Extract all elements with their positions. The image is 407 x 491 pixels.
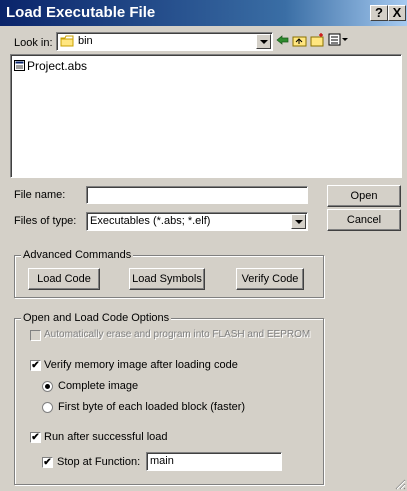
- verify-image-label: Verify memory image after loading code: [44, 359, 238, 371]
- view-menu-icon[interactable]: [328, 33, 350, 47]
- load-options-title: Open and Load Code Options: [21, 312, 172, 324]
- complete-image-radio[interactable]: [42, 381, 53, 392]
- folder-icon: [60, 35, 74, 47]
- auto-erase-label: Automatically erase and program into FLA…: [44, 329, 311, 340]
- load-code-button[interactable]: Load Code: [28, 268, 100, 290]
- complete-image-label: Complete image: [58, 380, 139, 392]
- filename-label: File name:: [14, 189, 66, 201]
- up-folder-icon[interactable]: [292, 33, 307, 47]
- lookin-label: Look in:: [14, 37, 53, 49]
- verify-code-button[interactable]: Verify Code: [236, 268, 304, 290]
- load-symbols-button[interactable]: Load Symbols: [129, 268, 205, 290]
- auto-erase-checkbox[interactable]: [30, 330, 41, 341]
- lookin-value: bin: [78, 35, 93, 47]
- help-button[interactable]: ?: [370, 5, 388, 21]
- file-name: Project.abs: [27, 59, 88, 73]
- lookin-dropdown-button[interactable]: [256, 34, 271, 49]
- run-after-load-label: Run after successful load: [44, 431, 168, 443]
- first-byte-label: First byte of each loaded block (faster): [58, 401, 246, 413]
- file-icon: [14, 60, 25, 71]
- advanced-commands-title: Advanced Commands: [21, 249, 134, 261]
- filetype-select[interactable]: Executables (*.abs; *.elf): [86, 212, 308, 231]
- open-button[interactable]: Open: [327, 185, 401, 207]
- filename-input[interactable]: [86, 186, 308, 204]
- stop-at-function-label: Stop at Function:: [57, 456, 141, 468]
- filetype-label: Files of type:: [14, 215, 77, 227]
- new-folder-icon[interactable]: [310, 32, 325, 47]
- dialog-title: Load Executable File: [6, 4, 156, 21]
- stop-at-function-checkbox[interactable]: ✔: [42, 457, 53, 468]
- resize-grip-icon[interactable]: [394, 478, 406, 490]
- filetype-value: Executables (*.abs; *.elf): [90, 215, 211, 227]
- load-executable-dialog: Load Executable File ? X Look in: bin Pr…: [0, 0, 407, 491]
- lookin-select[interactable]: bin: [56, 32, 273, 51]
- back-arrow-icon[interactable]: [276, 34, 289, 47]
- filetype-dropdown-button[interactable]: [291, 214, 306, 229]
- verify-image-checkbox[interactable]: ✔: [30, 360, 41, 371]
- first-byte-radio[interactable]: [42, 402, 53, 413]
- stop-at-function-input[interactable]: main: [146, 452, 282, 471]
- run-after-load-checkbox[interactable]: ✔: [30, 432, 41, 443]
- cancel-button[interactable]: Cancel: [327, 209, 401, 231]
- stop-at-function-value: main: [150, 455, 174, 467]
- close-button[interactable]: X: [388, 5, 406, 21]
- file-list[interactable]: Project.abs: [10, 54, 402, 178]
- title-bar[interactable]: Load Executable File ? X: [0, 0, 407, 26]
